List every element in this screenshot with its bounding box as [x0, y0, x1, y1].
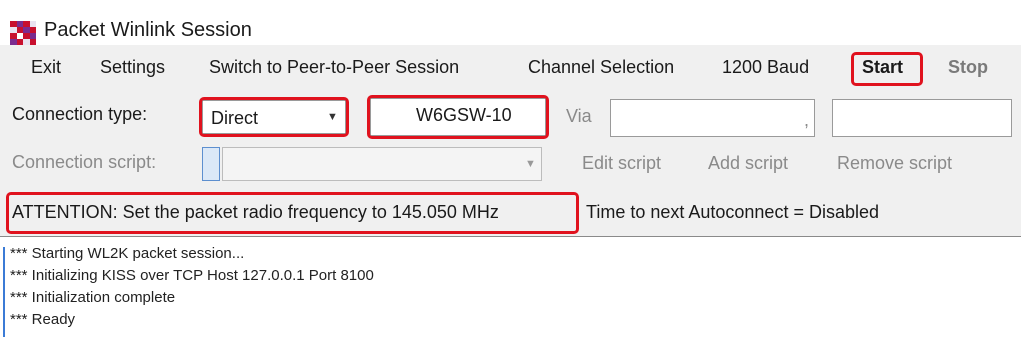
menu-bar: Exit Settings Switch to Peer-to-Peer Ses… — [0, 45, 1021, 96]
remove-script-button[interactable]: Remove script — [837, 153, 952, 174]
menu-exit[interactable]: Exit — [31, 57, 61, 78]
connection-panel: Connection type: Direct ▼ W6GSW-10 Via ,… — [0, 95, 1021, 236]
via-input-2[interactable] — [832, 99, 1012, 137]
connection-type-highlight — [199, 97, 349, 137]
autoconnect-status: Time to next Autoconnect = Disabled — [586, 202, 880, 222]
log-line: *** Starting WL2K packet session... — [10, 245, 245, 262]
start-highlight — [851, 52, 923, 86]
log-line: *** Initializing KISS over TCP Host 127.… — [10, 267, 374, 284]
connection-script-label: Connection script: — [12, 152, 157, 172]
callsign-highlight — [367, 95, 549, 139]
menu-settings[interactable]: Settings — [100, 57, 165, 78]
window-title: Packet Winlink Session — [44, 19, 252, 41]
menu-channel-selection[interactable]: Channel Selection — [528, 57, 674, 78]
checkered-app-icon — [10, 21, 36, 45]
via-input-1[interactable] — [610, 99, 815, 137]
chevron-down-icon[interactable]: ▼ — [525, 158, 536, 170]
log-line: *** Initialization complete — [10, 289, 176, 306]
text-caret — [3, 247, 5, 337]
connection-type-label: Connection type: — [12, 104, 148, 124]
edit-script-button[interactable]: Edit script — [582, 153, 661, 174]
title-bar: Packet Winlink Session — [0, 0, 1021, 45]
via-separator: , — [804, 110, 810, 130]
menu-baud[interactable]: 1200 Baud — [722, 57, 809, 78]
menu-switch-peer-to-peer[interactable]: Switch to Peer-to-Peer Session — [209, 57, 459, 78]
add-script-button[interactable]: Add script — [708, 153, 788, 174]
log-line: *** Ready — [10, 311, 76, 328]
script-checkbox[interactable] — [202, 147, 220, 181]
session-log[interactable]: *** Starting WL2K packet session... *** … — [0, 236, 1021, 343]
menu-stop[interactable]: Stop — [948, 57, 988, 78]
via-label: Via — [566, 106, 592, 126]
connection-script-select[interactable]: ▼ — [222, 147, 542, 181]
attention-highlight — [6, 192, 579, 234]
